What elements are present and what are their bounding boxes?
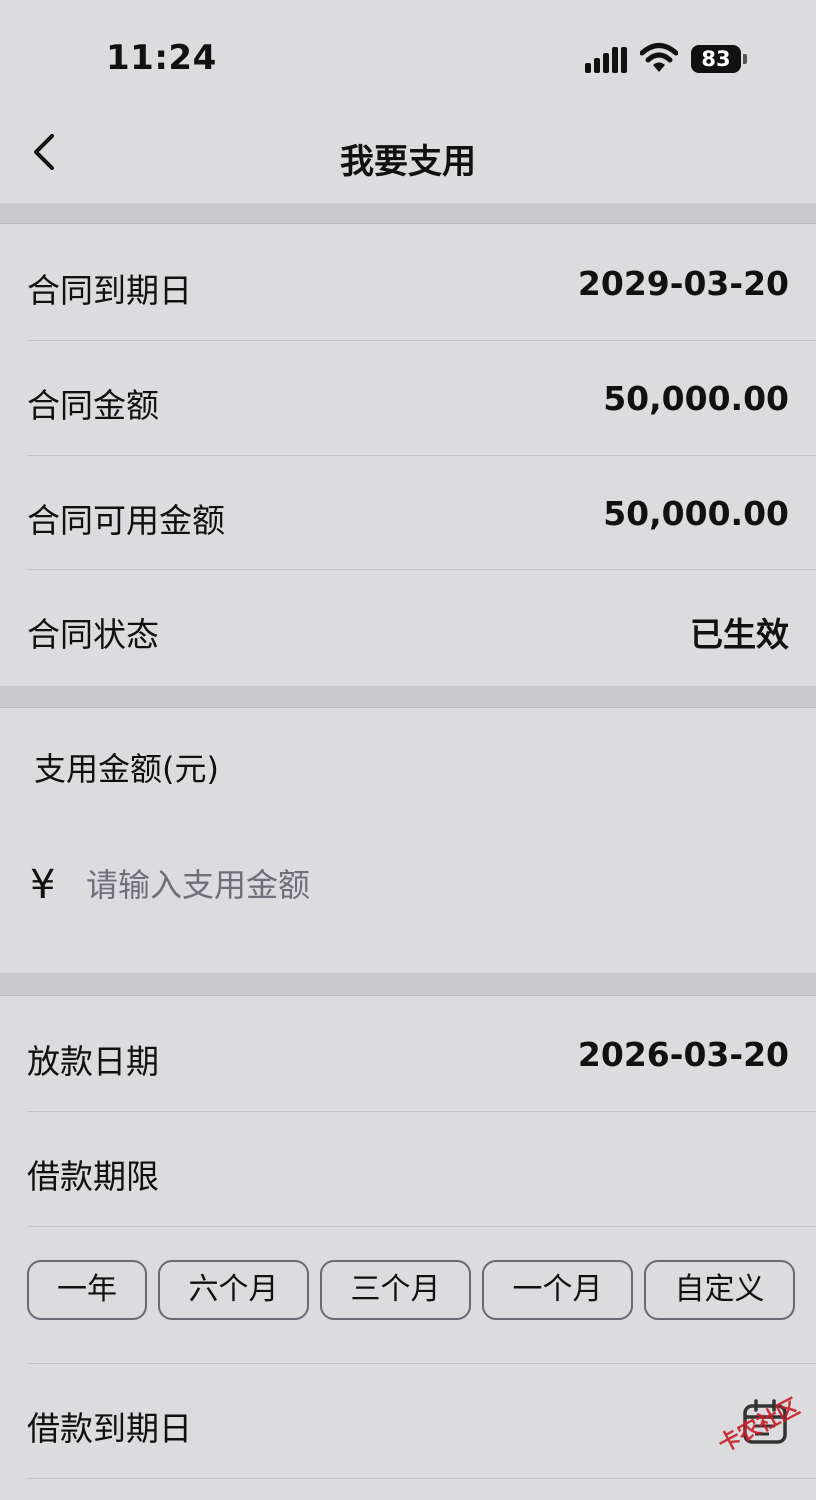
contract-expiry-label: 合同到期日	[27, 271, 192, 310]
divider	[27, 569, 816, 570]
section-separator	[0, 973, 816, 996]
status-time: 11:24	[106, 38, 217, 78]
page-title: 我要支用	[340, 142, 476, 182]
loan-due-date-label: 借款到期日	[27, 1409, 192, 1448]
loan-term-label: 借款期限	[27, 1157, 159, 1196]
contract-available-value: 50,000.00	[603, 494, 789, 533]
withdraw-amount-input[interactable]	[86, 862, 686, 908]
contract-amount-value: 50,000.00	[603, 379, 789, 418]
status-bar: 11:24 83	[0, 0, 816, 100]
watermark-text: 卡农社区	[714, 1394, 804, 1458]
divider	[27, 1111, 816, 1112]
term-option-one-month[interactable]: 一个月	[482, 1260, 633, 1320]
battery-icon: 83	[691, 45, 747, 73]
divider	[27, 1478, 816, 1479]
term-option-six-months[interactable]: 六个月	[158, 1260, 309, 1320]
term-option-three-months[interactable]: 三个月	[320, 1260, 471, 1320]
contract-available-label: 合同可用金额	[27, 501, 225, 540]
yen-symbol: ¥	[30, 862, 56, 908]
contract-status-value: 已生效	[690, 615, 789, 654]
section-separator	[0, 203, 816, 224]
divider	[27, 1226, 816, 1227]
section-separator	[0, 686, 816, 708]
release-date-label: 放款日期	[27, 1042, 159, 1081]
divider	[27, 340, 816, 341]
withdraw-amount-title: 支用金额(元)	[34, 750, 219, 788]
divider	[27, 1363, 816, 1364]
term-option-one-year[interactable]: 一年	[27, 1260, 147, 1320]
term-option-custom[interactable]: 自定义	[644, 1260, 795, 1320]
release-date-value: 2026-03-20	[577, 1035, 789, 1074]
contract-status-label: 合同状态	[27, 615, 159, 654]
wifi-icon	[640, 43, 678, 72]
contract-expiry-value: 2029-03-20	[577, 264, 789, 303]
cellular-signal-icon	[585, 45, 627, 73]
divider	[27, 455, 816, 456]
contract-amount-label: 合同金额	[27, 386, 159, 425]
